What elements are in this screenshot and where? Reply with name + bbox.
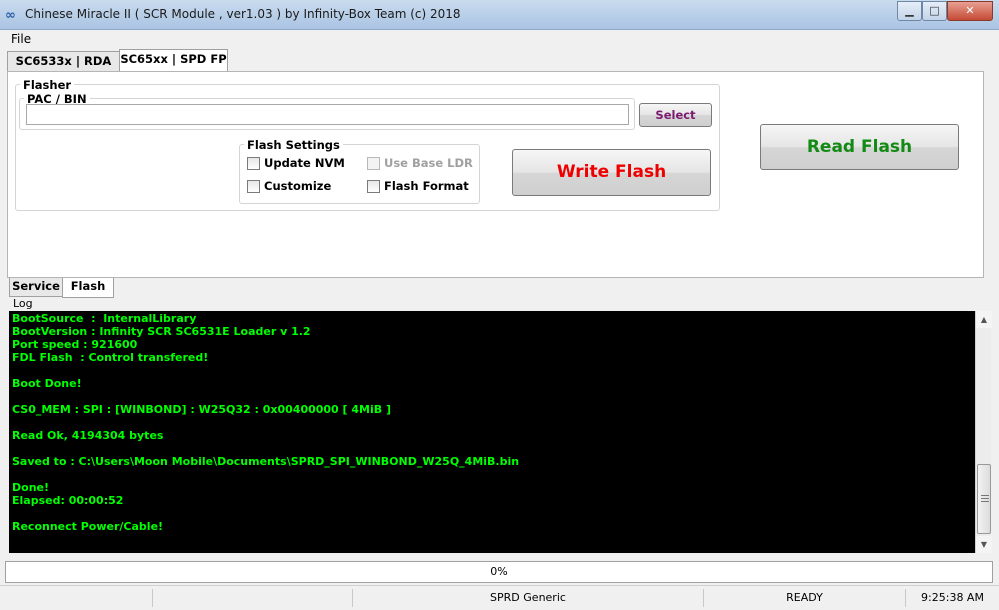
use-base-ldr-box — [367, 156, 380, 170]
maximize-icon: □ — [929, 4, 940, 17]
flash-format-checkbox[interactable]: Flash Format — [367, 179, 469, 193]
tab-sc65xx[interactable]: SC65xx | SPD FP — [119, 49, 228, 71]
flash-format-box[interactable] — [367, 179, 380, 193]
log-line: FDL Flash : Control transfered! — [12, 351, 209, 364]
tab-flash[interactable]: Flash — [62, 278, 114, 298]
log-line: Reconnect Power/Cable! — [12, 520, 164, 533]
close-button[interactable]: ✕ — [947, 1, 993, 21]
customize-checkbox[interactable]: Customize — [247, 179, 331, 193]
log-line: Done! — [12, 481, 49, 494]
log-line: BootVersion : Infinity SCR SC6531E Loade… — [12, 325, 311, 338]
log-line: Read Ok, 4194304 bytes — [12, 429, 164, 442]
write-flash-button[interactable]: Write Flash — [512, 149, 711, 196]
status-cell-1 — [0, 589, 153, 607]
status-mode: SPRD Generic — [353, 589, 704, 607]
use-base-ldr-label: Use Base LDR — [384, 156, 473, 170]
flash-settings-label: Flash Settings — [244, 138, 343, 152]
menu-bar: File — [0, 30, 999, 48]
customize-box[interactable] — [247, 179, 260, 193]
log-line: BootSource : InternalLibrary — [12, 312, 197, 325]
status-cell-2 — [153, 589, 353, 607]
update-nvm-checkbox[interactable]: Update NVM — [247, 156, 345, 170]
flash-format-label: Flash Format — [384, 179, 469, 193]
log-line: Boot Done! — [12, 377, 82, 390]
log-line: Saved to : C:\Users\Moon Mobile\Document… — [12, 455, 520, 468]
select-button[interactable]: Select — [639, 103, 712, 127]
flash-settings-group — [239, 144, 480, 204]
close-icon: ✕ — [965, 4, 975, 17]
log-scrollbar[interactable]: ▲ ▼ — [975, 311, 992, 553]
flasher-group-label: Flasher — [20, 78, 75, 92]
read-flash-button[interactable]: Read Flash — [760, 124, 959, 170]
scroll-up-icon[interactable]: ▲ — [976, 311, 992, 328]
log-label: Log — [13, 297, 33, 310]
tab-panel-sc65xx: Flasher PAC / BIN Select Flash Settings … — [7, 71, 984, 278]
log-line: CS0_MEM : SPI : [WINBOND] : W25Q32 : 0x0… — [12, 403, 392, 416]
infinity-icon: ∞ — [5, 8, 16, 23]
maximize-button[interactable]: □ — [922, 1, 947, 21]
status-bar: SPRD Generic READY 9:25:38 AM — [0, 585, 999, 610]
progress-bar: 0% — [5, 561, 993, 583]
update-nvm-label: Update NVM — [264, 156, 345, 170]
minimize-icon: ▁ — [905, 4, 914, 17]
scroll-down-icon[interactable]: ▼ — [976, 536, 992, 553]
tab-service[interactable]: Service — [9, 278, 63, 297]
status-state: READY — [704, 589, 906, 607]
window-title: Chinese Miracle II ( SCR Module , ver1.0… — [25, 7, 461, 21]
tab-sc6533[interactable]: SC6533x | RDA SC — [7, 51, 120, 87]
status-time: 9:25:38 AM — [921, 591, 984, 604]
pac-bin-input[interactable] — [26, 104, 629, 125]
log-output[interactable]: BootSource : InternalLibrary BootVersion … — [9, 311, 975, 553]
customize-label: Customize — [264, 179, 332, 193]
log-line: Port speed : 921600 — [12, 338, 138, 351]
scroll-thumb[interactable] — [977, 464, 991, 534]
menu-file[interactable]: File — [11, 32, 31, 46]
log-line: Elapsed: 00:00:52 — [12, 494, 124, 507]
minimize-button[interactable]: ▁ — [897, 1, 922, 21]
use-base-ldr-checkbox: Use Base LDR — [367, 156, 473, 170]
progress-text: 0% — [490, 565, 508, 578]
title-bar: ∞ Chinese Miracle II ( SCR Module , ver1… — [0, 0, 999, 30]
update-nvm-box[interactable] — [247, 156, 260, 170]
